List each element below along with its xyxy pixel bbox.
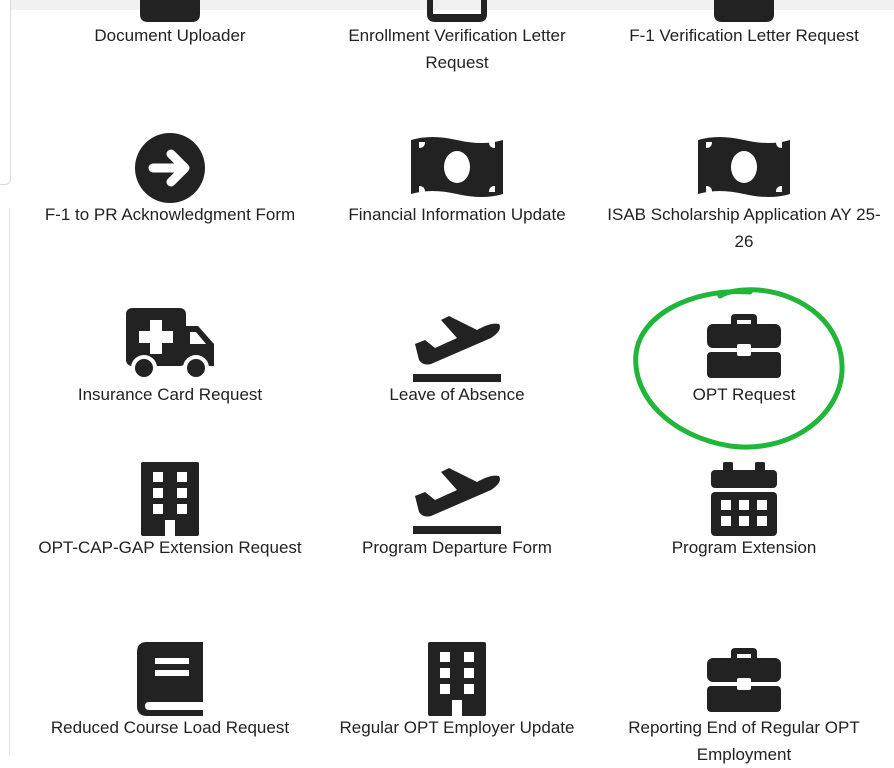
side-divider (9, 208, 10, 756)
money-icon (698, 137, 790, 197)
building-icon (141, 462, 199, 536)
money-icon (411, 137, 503, 197)
arrow-right-icon (135, 133, 205, 203)
upload-icon (140, 0, 200, 22)
tile-label: Reporting End of Regular OPT Employment (628, 718, 860, 764)
tile-financial-update[interactable]: Financial Information Update (317, 130, 597, 240)
tile-leave-of-absence[interactable]: Leave of Absence (317, 306, 597, 416)
tile-reduced-course-load[interactable]: Reduced Course Load Request (30, 640, 310, 756)
briefcase-icon (707, 314, 781, 378)
briefcase-icon (707, 648, 781, 712)
tile-label: Reduced Course Load Request (50, 718, 290, 737)
tile-label: Leave of Absence (389, 385, 525, 404)
tile-isab-scholarship[interactable]: ISAB Scholarship Application AY 25-26 (604, 130, 884, 260)
tile-label: Financial Information Update (348, 205, 566, 224)
tile-opt-cap-gap[interactable]: OPT-CAP-GAP Extension Request (30, 460, 310, 590)
calendar-icon (711, 462, 777, 536)
tile-program-departure[interactable]: Program Departure Form (317, 460, 597, 570)
tile-label: Enrollment Verification Letter Request (348, 26, 566, 72)
tile-label: ISAB Scholarship Application AY 25-26 (607, 205, 881, 251)
tile-opt-request[interactable]: OPT Request (604, 306, 884, 416)
tile-label: F-1 to PR Acknowledgment Form (44, 205, 296, 224)
plane-departure-icon (413, 468, 501, 534)
building-icon (428, 642, 486, 716)
tile-enrollment-verification[interactable]: Enrollment Verification Letter Request (317, 0, 597, 80)
tile-label: OPT-CAP-GAP Extension Request (38, 538, 302, 557)
side-panel (0, 0, 11, 185)
tile-f1-to-pr[interactable]: F-1 to PR Acknowledgment Form (30, 130, 310, 260)
letter-icon (714, 0, 774, 22)
plane-departure-icon (413, 316, 501, 382)
tile-reporting-end-opt[interactable]: Reporting End of Regular OPT Employment (604, 640, 884, 764)
tile-label: Program Departure Form (362, 538, 552, 557)
ambulance-icon (126, 308, 214, 381)
tile-program-extension[interactable]: Program Extension (604, 460, 884, 570)
tile-label: Regular OPT Employer Update (339, 718, 575, 737)
tile-f1-verification[interactable]: F-1 Verification Letter Request (604, 0, 884, 60)
tile-label: OPT Request (692, 385, 796, 404)
tile-label: F-1 Verification Letter Request (629, 26, 859, 45)
tile-regular-opt-employer[interactable]: Regular OPT Employer Update (317, 640, 597, 756)
tile-label: Insurance Card Request (77, 385, 263, 404)
tile-label: Program Extension (671, 538, 817, 557)
book-icon (137, 642, 203, 716)
letter-icon (427, 0, 487, 22)
tile-document-uploader[interactable]: Document Uploader (30, 0, 310, 60)
tile-label: Document Uploader (94, 26, 246, 45)
tile-insurance-card[interactable]: Insurance Card Request (30, 306, 310, 416)
